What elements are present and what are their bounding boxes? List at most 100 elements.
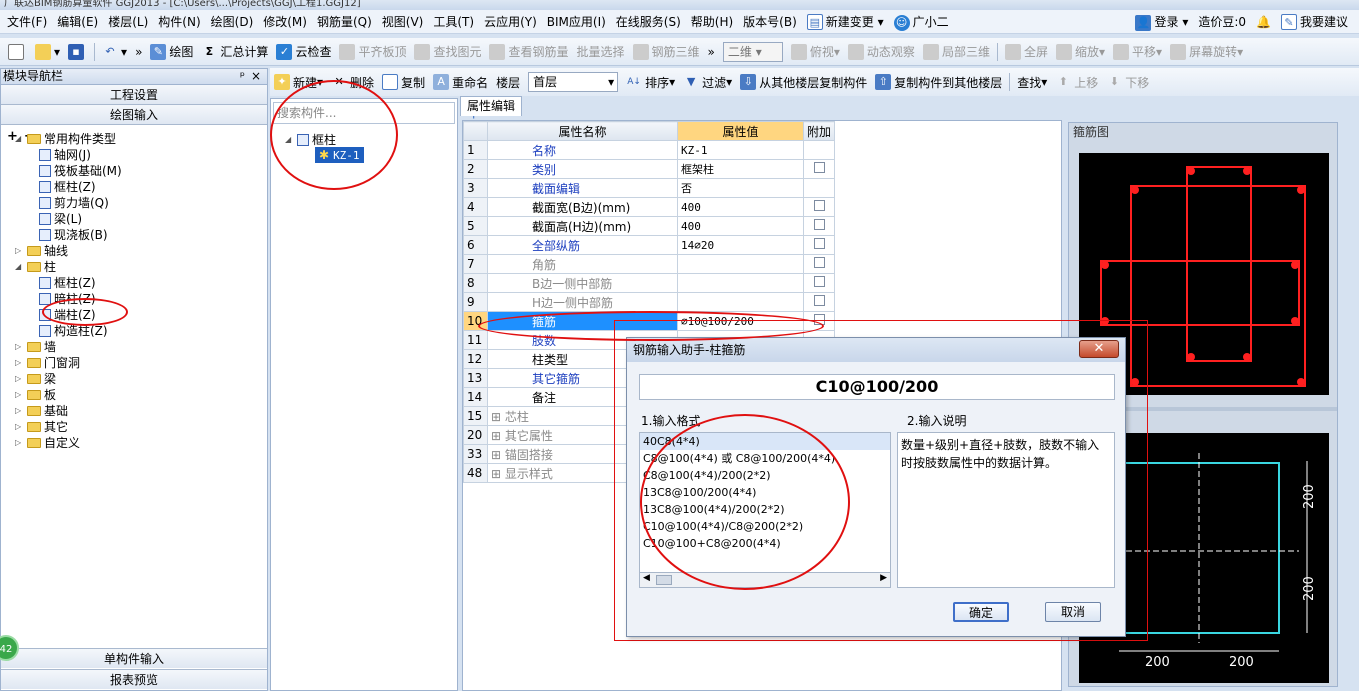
rebar-3d-button[interactable]: 钢筋三维 xyxy=(629,40,704,64)
rebar-value-input[interactable]: C10@100/200 xyxy=(639,374,1115,400)
nav-tree-item[interactable]: 轴网(J) xyxy=(39,147,91,163)
format-list-item[interactable]: 40C8(4*4) xyxy=(640,433,890,450)
dynamic-view-button[interactable]: 动态观察 xyxy=(844,40,919,64)
menu-online[interactable]: 在线服务(S) xyxy=(611,10,686,34)
rotate-button[interactable]: 屏幕旋转 ▾ xyxy=(1166,40,1247,64)
property-row[interactable]: 8 B边一侧中部筋 xyxy=(463,273,836,293)
listbox-hscrollbar[interactable]: ◀ ▶ xyxy=(639,572,891,588)
nav-tree-item[interactable]: 暗柱(Z) xyxy=(39,291,96,307)
move-up-button[interactable]: ⬆ 上移 xyxy=(1051,70,1102,94)
pin-icon[interactable]: ᵖ xyxy=(240,69,245,84)
extra-checkbox[interactable] xyxy=(813,162,825,173)
nav-tree-item[interactable]: 剪力墙(Q) xyxy=(39,195,109,211)
tree-expand-icon[interactable]: ◢ xyxy=(285,135,295,144)
property-value[interactable]: 框架柱 xyxy=(677,159,804,179)
suggest-link[interactable]: ✎ 我要建议 xyxy=(1276,10,1353,34)
local-3d-button[interactable]: 局部三维 xyxy=(919,40,994,64)
toolbar-overflow[interactable]: » xyxy=(131,40,146,64)
find-element-button[interactable]: 查找图元 xyxy=(410,40,485,64)
property-value[interactable] xyxy=(677,254,804,274)
copy-from-floor-button[interactable]: ⇩ 从其他楼层复制构件 xyxy=(736,70,871,94)
tree-expand-icon[interactable]: ▷ xyxy=(15,339,25,355)
menu-help[interactable]: 帮助(H) xyxy=(686,10,738,34)
property-value[interactable] xyxy=(677,292,804,312)
nav-tree-item[interactable]: 端柱(Z) xyxy=(39,307,96,323)
expand-plus-icon[interactable]: ⊞ xyxy=(491,429,505,443)
nav-tree-item[interactable]: ▷ 轴线 xyxy=(15,243,68,259)
extra-checkbox[interactable] xyxy=(813,200,825,211)
menu-new-change[interactable]: ▤ 新建变更 ▾ xyxy=(802,10,889,34)
tree-collapse-icon[interactable]: ◢ xyxy=(15,259,25,275)
format-list-item[interactable]: C10@100(4*4)/C8@200(2*2) xyxy=(640,518,890,535)
extra-checkbox[interactable] xyxy=(813,295,825,306)
project-settings-button[interactable]: 工程设置 xyxy=(1,85,267,105)
nav-tree-item[interactable]: ▷ 梁 xyxy=(15,371,56,387)
find-button[interactable]: 查找 ▾ xyxy=(1013,70,1051,94)
delete-component-button[interactable]: ✕ 删除 xyxy=(327,70,378,94)
nav-tree-item[interactable]: ▷ 门窗洞 xyxy=(15,355,80,371)
summary-calc-button[interactable]: Σ 汇总计算 xyxy=(197,40,272,64)
property-row[interactable]: 9 H边一侧中部筋 xyxy=(463,292,836,312)
format-list-item[interactable]: 13C8@100/200(4*4) xyxy=(640,484,890,501)
format-list-item[interactable]: C10@100+C8@200(4*4) xyxy=(640,535,890,552)
view-rebar-qty-button[interactable]: 查看钢筋量 xyxy=(485,40,572,64)
top-view-button[interactable]: 俯视 ▾ xyxy=(787,40,844,64)
fullscreen-button[interactable]: 全屏 xyxy=(1001,40,1052,64)
format-list-item[interactable]: C8@100(4*4)/200(2*2) xyxy=(640,467,890,484)
batch-select-button[interactable]: 批量选择 xyxy=(573,40,629,64)
bell-icon[interactable]: 🔔 xyxy=(1251,10,1276,34)
nav-tree-item[interactable]: ◢ 常用构件类型 xyxy=(15,131,116,147)
property-row[interactable]: 4 截面宽(B边)(mm) 400 xyxy=(463,197,836,217)
nav-tree-item[interactable]: ▷ 基础 xyxy=(15,403,68,419)
tree-expand-icon[interactable]: ▷ xyxy=(15,371,25,387)
nav-close-icon[interactable]: × xyxy=(251,69,261,84)
single-component-input-button[interactable]: 单构件输入 xyxy=(1,648,267,668)
copy-to-floor-button[interactable]: ⇧ 复制构件到其他楼层 xyxy=(871,70,1006,94)
view-mode-select[interactable]: 二维 ▾ xyxy=(719,40,787,64)
menu-component[interactable]: 构件(N) xyxy=(153,10,205,34)
menu-floor[interactable]: 楼层(L) xyxy=(103,10,153,34)
property-row[interactable]: 6 全部纵筋 14⌀20 xyxy=(463,235,836,255)
property-value[interactable]: KZ-1 xyxy=(677,140,804,160)
ok-button[interactable]: 确定 xyxy=(953,602,1009,622)
extra-checkbox[interactable] xyxy=(813,314,825,325)
report-preview-button[interactable]: 报表预览 xyxy=(1,669,267,689)
property-row[interactable]: 7 角筋 xyxy=(463,254,836,274)
format-listbox[interactable]: 40C8(4*4) C8@100(4*4) 或 C8@100/200(4*4) C8… xyxy=(639,432,891,588)
nav-tree-item[interactable]: 筏板基础(M) xyxy=(39,163,122,179)
property-row[interactable]: 5 截面高(H边)(mm) 400 xyxy=(463,216,836,236)
floor-select[interactable]: 首层 ▾ xyxy=(524,70,622,94)
scroll-thumb[interactable] xyxy=(656,575,672,585)
tree-expand-icon[interactable]: ▷ xyxy=(15,419,25,435)
nav-tree-item[interactable]: ◢ 柱 xyxy=(15,259,56,275)
expand-plus-icon[interactable]: ⊞ xyxy=(491,467,505,481)
property-value[interactable]: 14⌀20 xyxy=(677,235,804,255)
copy-component-button[interactable]: 复制 xyxy=(378,70,429,94)
menu-assistant[interactable]: ☺ 广小二 xyxy=(889,10,954,34)
tree-expand-icon[interactable]: ▷ xyxy=(15,435,25,451)
tree-expand-icon[interactable]: ▷ xyxy=(15,387,25,403)
align-slab-top-button[interactable]: 平齐板顶 xyxy=(335,40,410,64)
property-value[interactable]: 400 xyxy=(677,216,804,236)
property-value[interactable]: ⌀10@100/200 xyxy=(677,311,804,331)
cancel-button[interactable]: 取消 xyxy=(1045,602,1101,622)
tree-collapse-icon[interactable]: ◢ xyxy=(15,131,25,147)
format-list-item[interactable]: 13C8@100(4*4)/200(2*2) xyxy=(640,501,890,518)
nav-tree-item[interactable]: ▷ 其它 xyxy=(15,419,68,435)
draw-button[interactable]: ✎ 绘图 xyxy=(146,40,197,64)
nav-tree-item[interactable]: 现浇板(B) xyxy=(39,227,108,243)
toolbar-overflow-2[interactable]: » xyxy=(704,40,719,64)
menu-modify[interactable]: 修改(M) xyxy=(258,10,312,34)
expand-plus-icon[interactable]: ⊞ xyxy=(491,448,505,462)
format-list-item[interactable]: C8@100(4*4) 或 C8@100/200(4*4) xyxy=(640,450,890,467)
scroll-left-icon[interactable]: ◀ xyxy=(643,573,650,583)
undo-button[interactable]: ↶ ▾ xyxy=(98,40,131,64)
tab-property-edit[interactable]: 属性编辑 xyxy=(460,96,523,116)
new-component-button[interactable]: ✦ 新建 ▾ xyxy=(270,70,327,94)
scroll-right-icon[interactable]: ▶ xyxy=(880,573,887,583)
menu-tools[interactable]: 工具(T) xyxy=(428,10,479,34)
tree-expand-icon[interactable]: ▷ xyxy=(15,403,25,419)
nav-tree-item[interactable]: ▷ 板 xyxy=(15,387,56,403)
property-row[interactable]: 2 类别 框架柱 xyxy=(463,159,836,179)
login-link[interactable]: 👤 登录 ▾ xyxy=(1130,10,1193,34)
